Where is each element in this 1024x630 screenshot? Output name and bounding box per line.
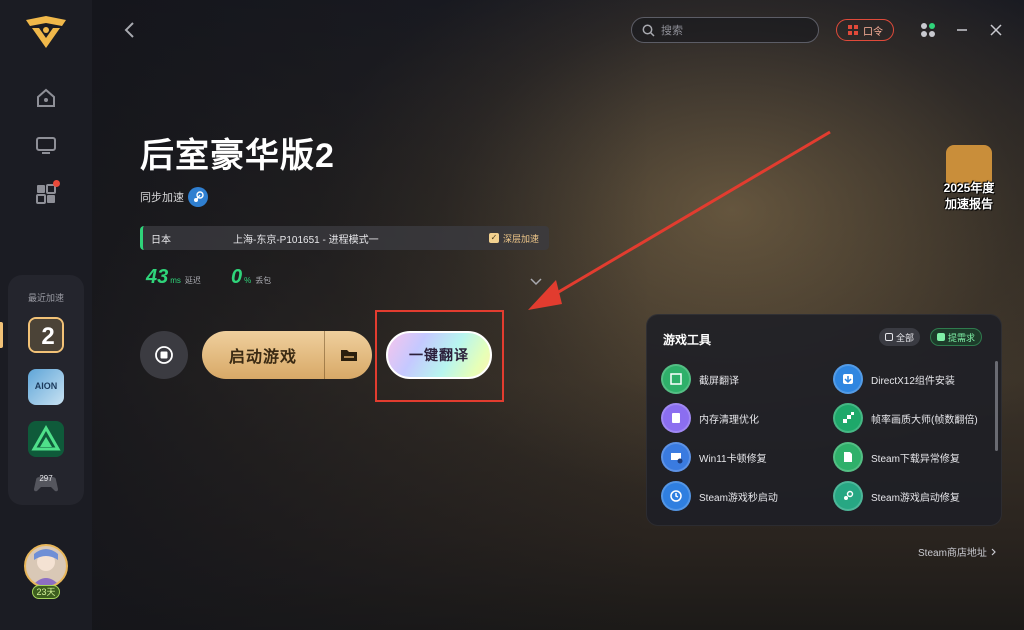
koling-button[interactable]: 口令 — [836, 19, 894, 41]
steam-launch-fix-icon — [833, 481, 863, 511]
steam-store-link[interactable]: Steam商店地址 — [918, 544, 997, 559]
latency-stat: 43 ms 延迟 — [146, 266, 201, 289]
sidebar: 最近加速 2 AION 297 23天 — [0, 0, 92, 630]
store-link-label: Steam商店地址 — [918, 548, 987, 559]
launch-label: 启动游戏 — [228, 349, 297, 366]
tool-label: Steam游戏秒启动 — [699, 492, 778, 504]
deep-accel-toggle[interactable]: ✓ 深层加速 — [488, 232, 539, 245]
node-selector[interactable]: 日本 上海-东京-P101651 - 进程模式一 ✓ 深层加速 — [140, 226, 549, 250]
grid-icon — [885, 333, 893, 341]
search-icon — [642, 24, 655, 37]
days-badge: 23天 — [32, 585, 60, 599]
tool-memory-clean[interactable]: 内存清理优化 — [661, 403, 759, 433]
mini-apps-icon[interactable] — [918, 20, 938, 40]
tool-label: 帧率画质大师(帧数翻倍) — [871, 414, 978, 426]
win11-fix-icon — [661, 442, 691, 472]
tool-screenshot-translate[interactable]: 截屏翻译 — [661, 364, 739, 394]
tool-steam-download-fix[interactable]: Steam下载异常修复 — [833, 442, 960, 472]
loss-unit: % — [244, 276, 252, 285]
chevron-down-icon[interactable] — [529, 274, 543, 286]
folder-icon[interactable] — [325, 347, 372, 363]
game-title: 后室豪华版2 — [140, 137, 335, 175]
recent-label: 最近加速 — [27, 293, 64, 303]
screenshot-translate-icon — [661, 364, 691, 394]
home-icon[interactable] — [30, 82, 62, 114]
sync-row: 同步加速 — [140, 187, 208, 207]
koling-label: 口令 — [863, 26, 883, 38]
node-route: 上海-东京-P101651 - 进程模式一 — [233, 234, 379, 246]
active-indicator — [0, 322, 3, 348]
back-button[interactable] — [122, 20, 138, 40]
tool-frame-rate[interactable]: 帧率画质大师(帧数翻倍) — [833, 403, 978, 433]
memory-clean-icon — [661, 403, 691, 433]
tool-label: DirectX12组件安装 — [871, 375, 955, 387]
controller-icon[interactable]: 297 — [31, 472, 61, 494]
notification-dot — [53, 180, 60, 187]
tools-scrollbar[interactable] — [995, 361, 998, 451]
chevron-right-icon — [991, 548, 996, 555]
game-thumb-number: 2 — [30, 319, 62, 351]
latency-label: 延迟 — [184, 276, 201, 285]
deep-accel-label: 深层加速 — [502, 233, 539, 244]
loss-value: 0 — [231, 266, 243, 288]
monitor-icon[interactable] — [30, 130, 62, 162]
aion-text: AION — [34, 381, 58, 391]
report-line1: 2025年度 — [943, 181, 995, 195]
directx-install-icon — [833, 364, 863, 394]
tool-label: Steam下载异常修复 — [871, 453, 960, 465]
search-placeholder: 搜索 — [661, 25, 683, 37]
tool-label: Win11卡顿修复 — [699, 453, 767, 465]
game-tools-panel: 游戏工具 全部 提需求 截屏翻译 DirectX12组件安装 内存清理优化 帧率… — [646, 314, 1002, 526]
report-line2: 加速报告 — [944, 197, 993, 211]
frame-rate-icon — [833, 403, 863, 433]
node-region: 日本 — [151, 234, 171, 246]
app-logo-icon[interactable] — [22, 12, 70, 52]
controller-count: 297 — [39, 474, 53, 483]
apps-icon[interactable] — [30, 178, 62, 210]
request-label: 提需求 — [948, 332, 976, 343]
checkbox-icon: ✓ — [488, 233, 499, 243]
all-tools-button[interactable]: 全部 — [879, 328, 921, 346]
stop-icon — [155, 346, 173, 364]
steam-quick-launch-icon — [661, 481, 691, 511]
annual-report-badge[interactable]: 2025年度 加速报告 — [936, 145, 1002, 213]
latency-value: 43 — [146, 266, 169, 288]
tool-label: 内存清理优化 — [699, 414, 759, 426]
close-icon[interactable] — [986, 20, 1006, 40]
tool-steam-launch-fix[interactable]: Steam游戏启动修复 — [833, 481, 960, 511]
search-input[interactable]: 搜索 — [631, 17, 819, 43]
green-triangle-game-icon[interactable] — [28, 421, 64, 457]
tool-win11-fix[interactable]: Win11卡顿修复 — [661, 442, 767, 472]
request-icon — [937, 333, 945, 341]
aion-game-icon[interactable]: AION — [28, 369, 64, 405]
tool-steam-quick-launch[interactable]: Steam游戏秒启动 — [661, 481, 778, 511]
launch-game-button[interactable]: 启动游戏 — [202, 331, 372, 379]
all-tools-label: 全部 — [896, 332, 915, 343]
stop-accel-button[interactable] — [140, 331, 188, 379]
loss-label: 丢包 — [255, 276, 272, 285]
tool-label: Steam游戏启动修复 — [871, 492, 960, 504]
koling-icon — [848, 25, 858, 35]
minimize-icon[interactable] — [952, 20, 972, 40]
avatar[interactable] — [24, 544, 68, 588]
loss-stat: 0 % 丢包 — [231, 266, 271, 289]
tool-directx-install[interactable]: DirectX12组件安装 — [833, 364, 955, 394]
tools-title: 游戏工具 — [663, 333, 712, 347]
tool-label: 截屏翻译 — [699, 375, 739, 387]
steam-icon[interactable] — [188, 187, 208, 207]
request-button[interactable]: 提需求 — [930, 328, 983, 346]
annotation-highlight-box — [375, 310, 504, 402]
backrooms-game-icon[interactable]: 2 — [28, 317, 64, 353]
latency-unit: ms — [170, 276, 181, 285]
sync-label: 同步加速 — [140, 192, 184, 204]
steam-download-fix-icon — [833, 442, 863, 472]
